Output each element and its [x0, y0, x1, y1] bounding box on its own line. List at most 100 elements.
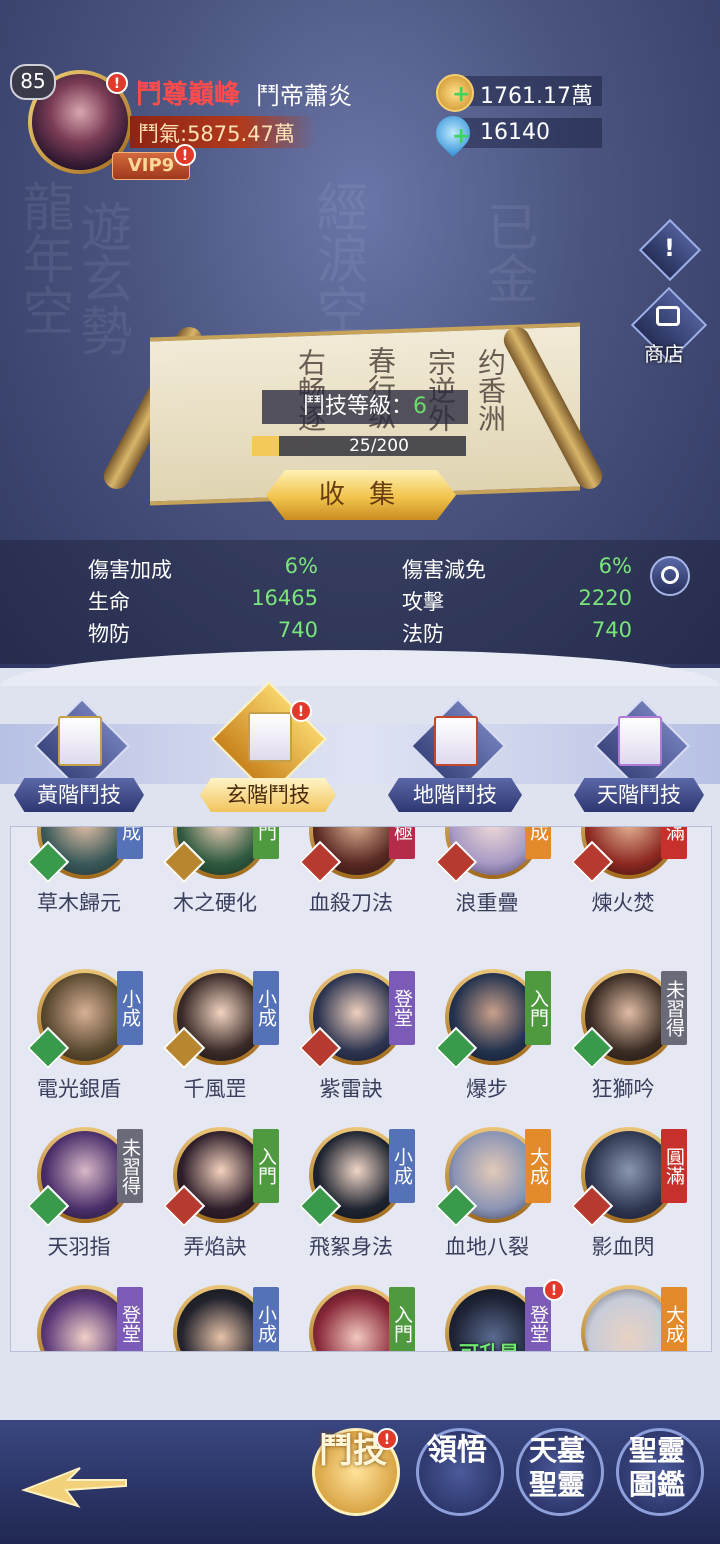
tab-xuan-alert-dot: !	[290, 700, 312, 722]
skill-rank-badge: 入門	[253, 827, 279, 859]
player-name: 鬥帝蕭炎	[256, 82, 352, 110]
stat-label: 物防	[88, 622, 130, 646]
stat-label: 傷害減免	[402, 558, 486, 582]
tab-di[interactable]: 地階鬥技	[388, 778, 522, 812]
skill-name: 血地八裂	[445, 1235, 529, 1259]
scroll-ink: 约香洲	[474, 348, 507, 432]
skill-name: 木之硬化	[173, 891, 257, 915]
skill-name: 電光銀盾	[37, 1077, 121, 1101]
skill-card[interactable]: 小成 千風罡	[147, 969, 283, 1127]
skill-name: 千風罡	[183, 1077, 247, 1101]
shop-icon	[656, 306, 680, 326]
skill-level-display: 鬥技等級：6	[262, 390, 468, 424]
skill-card[interactable]: 小成	[147, 1285, 283, 1351]
stat-value: 6%	[284, 554, 318, 578]
book-icon	[618, 716, 662, 766]
book-icon	[58, 716, 102, 766]
skill-rank-badge: 登堂	[117, 1287, 143, 1351]
skill-name: 血殺刀法	[309, 891, 393, 915]
stats-detail-button[interactable]	[650, 556, 690, 596]
gem-amount: 16140	[480, 120, 550, 145]
skill-card[interactable]: 入門 爆步	[419, 969, 555, 1127]
skill-card[interactable]: 入門 弄焰訣	[147, 1127, 283, 1285]
skill-card[interactable]: 圓滿 煉火焚	[555, 827, 691, 941]
magnifier-icon	[661, 566, 679, 584]
collect-button[interactable]: 收 集	[266, 470, 456, 520]
collection-progress-text: 25/200	[349, 436, 409, 456]
book-icon	[434, 716, 478, 766]
collection-progress-bar: 25/200	[252, 436, 466, 456]
skill-rank-badge: 入門	[389, 1287, 415, 1351]
stat-value: 6%	[598, 554, 632, 578]
skill-rank-badge: 入門	[253, 1129, 279, 1203]
skill-rank-badge: 入門	[525, 971, 551, 1045]
skill-rank-badge: 圓滿	[661, 1129, 687, 1203]
skill-level-value: 6	[413, 394, 427, 419]
skill-name: 紫雷訣	[319, 1077, 383, 1101]
vip-alert-dot: !	[174, 144, 196, 166]
shop-label: 商店	[644, 342, 684, 366]
tab-huang[interactable]: 黃階鬥技	[14, 778, 144, 812]
skill-card[interactable]: 圓滿 影血閃	[555, 1127, 691, 1285]
background-calligraphy: 遊玄勢	[71, 200, 131, 356]
skill-level-label: 鬥技等級：	[302, 394, 413, 419]
skill-grid: 小成 草木歸元 入門 木之硬化 無極 血殺刀法 大成 浪重疊 圓滿 煉火焚 小成…	[10, 826, 712, 1352]
skill-rank-badge: 小成	[117, 827, 143, 859]
skill-rank-badge: 未習得	[661, 971, 687, 1045]
skill-card[interactable]: 未習得 天羽指	[11, 1127, 147, 1285]
nav-comprehend-label: 領悟	[427, 1433, 487, 1468]
skill-rank-badge: 未習得	[117, 1129, 143, 1203]
skill-rank-badge: 大成	[525, 827, 551, 859]
skill-card[interactable]: 未習得 狂獅吟	[555, 969, 691, 1127]
player-level: 85	[10, 64, 56, 100]
stat-value: 740	[277, 618, 318, 642]
skill-card[interactable]: 無極 血殺刀法	[283, 827, 419, 941]
skill-name: 影血閃	[591, 1235, 655, 1259]
player-title: 鬥尊巔峰	[136, 80, 241, 110]
skill-name: 弄焰訣	[183, 1235, 247, 1259]
skill-card[interactable]: 入門	[283, 1285, 419, 1351]
book-icon	[248, 712, 292, 762]
skill-name: 爆步	[466, 1077, 508, 1101]
notice-icon: !	[664, 234, 675, 262]
tab-tian[interactable]: 天階鬥技	[574, 778, 704, 812]
skill-card[interactable]: 入門 木之硬化	[147, 827, 283, 941]
skill-card[interactable]: 小成 電光銀盾	[11, 969, 147, 1127]
add-gem-icon[interactable]: +	[452, 124, 470, 149]
add-gold-icon[interactable]: +	[452, 82, 470, 107]
background-calligraphy: 經淚空	[307, 180, 367, 336]
skill-card[interactable]: 大成 血地八裂	[419, 1127, 555, 1285]
skill-name: 浪重疊	[455, 891, 519, 915]
nav-spirit-atlas-label: 聖靈圖鑑	[628, 1434, 685, 1501]
tab-xuan[interactable]: 玄階鬥技	[200, 778, 336, 812]
back-arrow-icon[interactable]	[20, 1450, 130, 1520]
skill-rank-badge: 大成	[661, 1287, 687, 1351]
nav-tomb-spirit-label: 天墓聖靈	[528, 1434, 585, 1501]
player-power: 鬥氣:5875.47萬	[138, 122, 295, 146]
skill-rank-badge: 小成	[389, 1129, 415, 1203]
skill-name: 天羽指	[47, 1235, 111, 1259]
stat-label: 攻擊	[402, 590, 444, 614]
skill-card[interactable]: 登堂 紫雷訣	[283, 969, 419, 1127]
skill-card[interactable]: 登堂	[11, 1285, 147, 1351]
skill-rank-badge: 圓滿	[661, 827, 687, 859]
nav-skills-alert-dot: !	[376, 1428, 398, 1450]
skill-rank-badge: 小成	[117, 971, 143, 1045]
skill-card[interactable]: 小成 飛絮身法	[283, 1127, 419, 1285]
stat-value: 16465	[251, 586, 318, 610]
upgrade-star-tag: 可升星	[459, 1337, 519, 1351]
skill-rank-badge: 登堂	[389, 971, 415, 1045]
skill-card[interactable]: 大成	[555, 1285, 691, 1351]
skill-rank-badge: 小成	[253, 1287, 279, 1351]
skill-name: 狂獅吟	[591, 1077, 655, 1101]
background-calligraphy: 已金	[477, 200, 537, 304]
skill-card[interactable]: 大成 浪重疊	[419, 827, 555, 941]
skill-rank-badge: 小成	[253, 971, 279, 1045]
stat-label: 傷害加成	[88, 558, 172, 582]
skill-card[interactable]: 小成 草木歸元	[11, 827, 147, 941]
skill-name: 飛絮身法	[309, 1235, 393, 1259]
stat-label: 法防	[402, 622, 444, 646]
stat-value: 2220	[578, 586, 632, 610]
skill-rank-badge: 無極	[389, 827, 415, 859]
skill-card[interactable]: 登堂 可升星 !	[419, 1279, 565, 1351]
